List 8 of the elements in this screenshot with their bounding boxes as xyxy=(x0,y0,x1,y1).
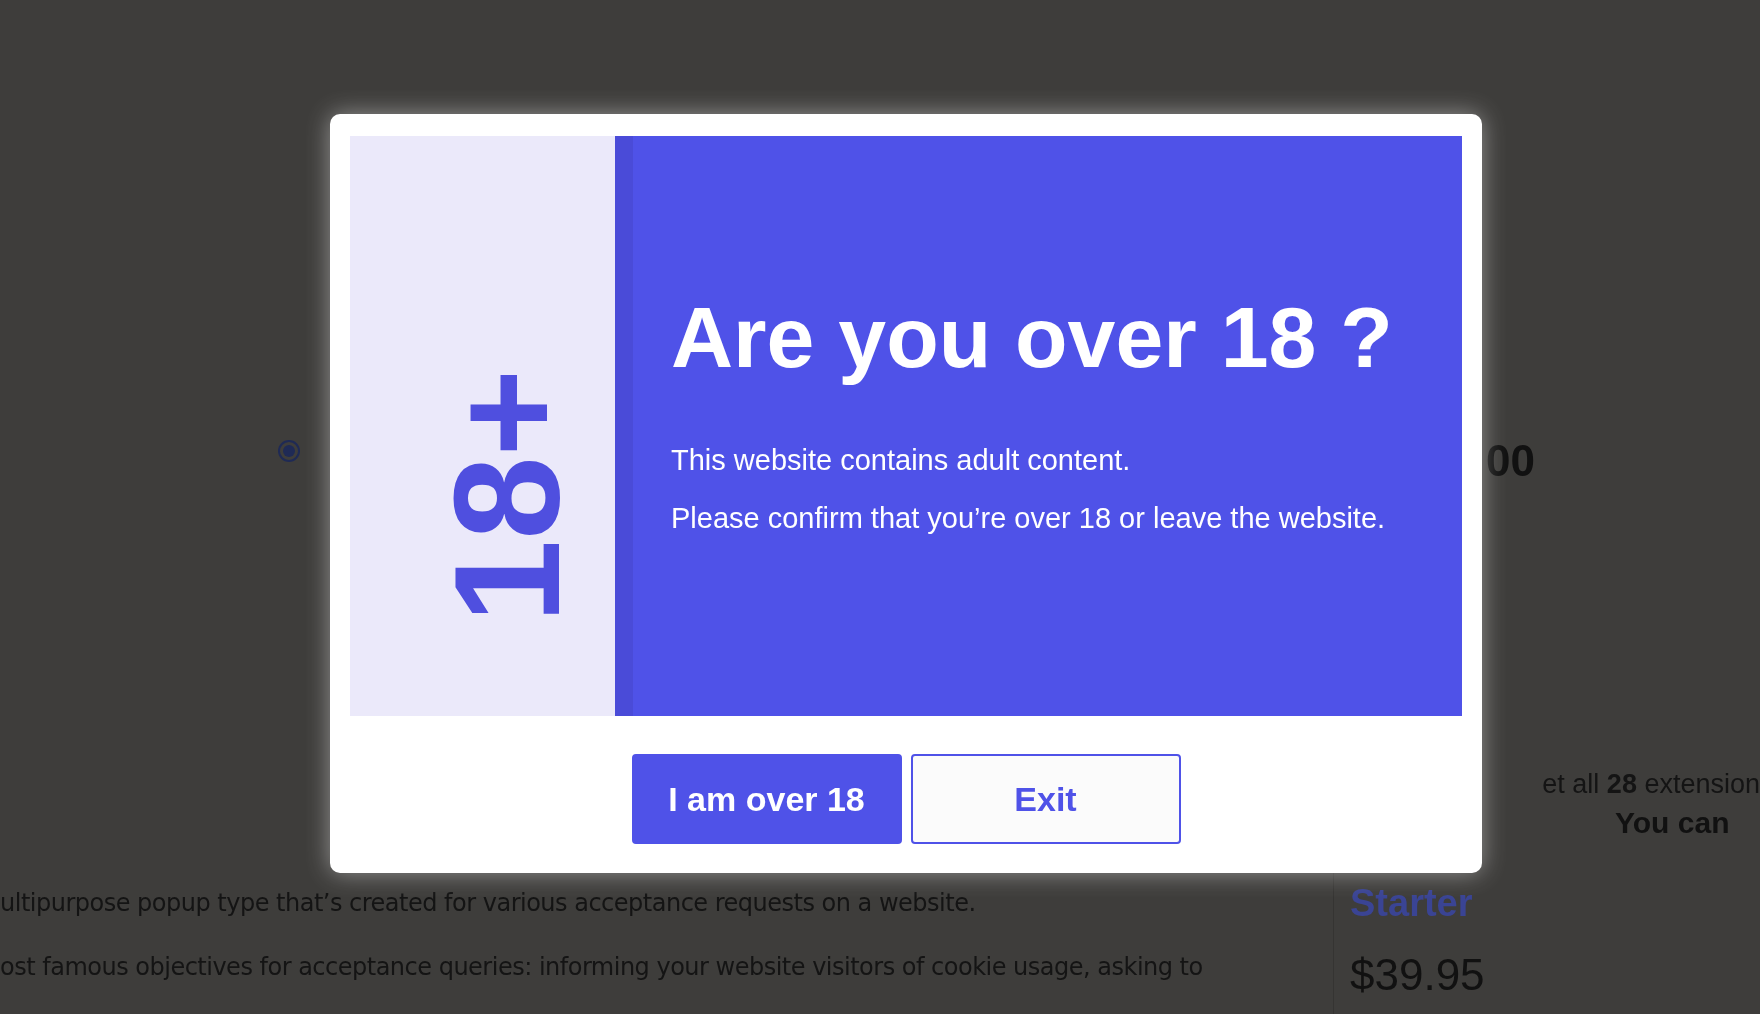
age-label: 18+ xyxy=(432,368,583,624)
confirm-button[interactable]: I am over 18 xyxy=(631,754,902,844)
exit-button[interactable]: Exit xyxy=(910,754,1181,844)
dialog-text: Please confirm that you’re over 18 or leave the website. xyxy=(671,500,1387,536)
dialog-title: Are you over 18 ? xyxy=(671,288,1394,387)
dialog-text: This website contains adult content. xyxy=(671,443,1132,479)
plan-name: Starter xyxy=(1350,881,1474,926)
radio-button[interactable] xyxy=(278,440,300,462)
